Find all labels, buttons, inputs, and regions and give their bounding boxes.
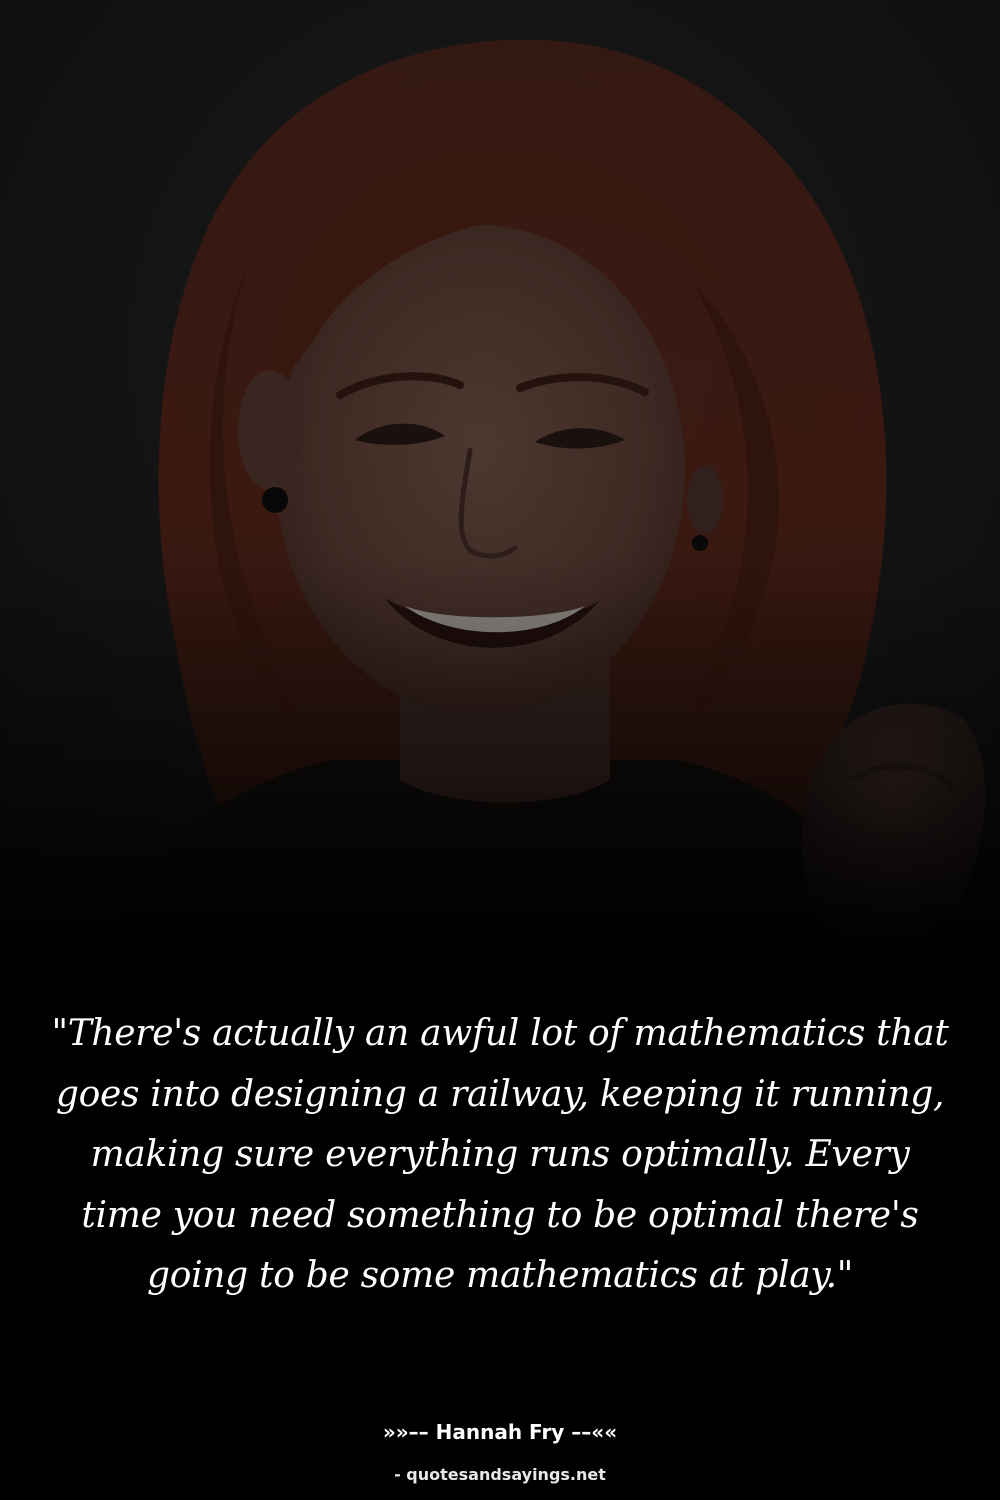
quote-block: "There's actually an awful lot of mathem…: [50, 1004, 950, 1307]
quote-text: "There's actually an awful lot of mathem…: [51, 1013, 949, 1296]
author-line: »»–– Hannah Fry ––««: [382, 1420, 618, 1444]
source-line: - quotesandsayings.net: [394, 1465, 606, 1484]
quote-poster: "There's actually an awful lot of mathem…: [0, 0, 1000, 1500]
